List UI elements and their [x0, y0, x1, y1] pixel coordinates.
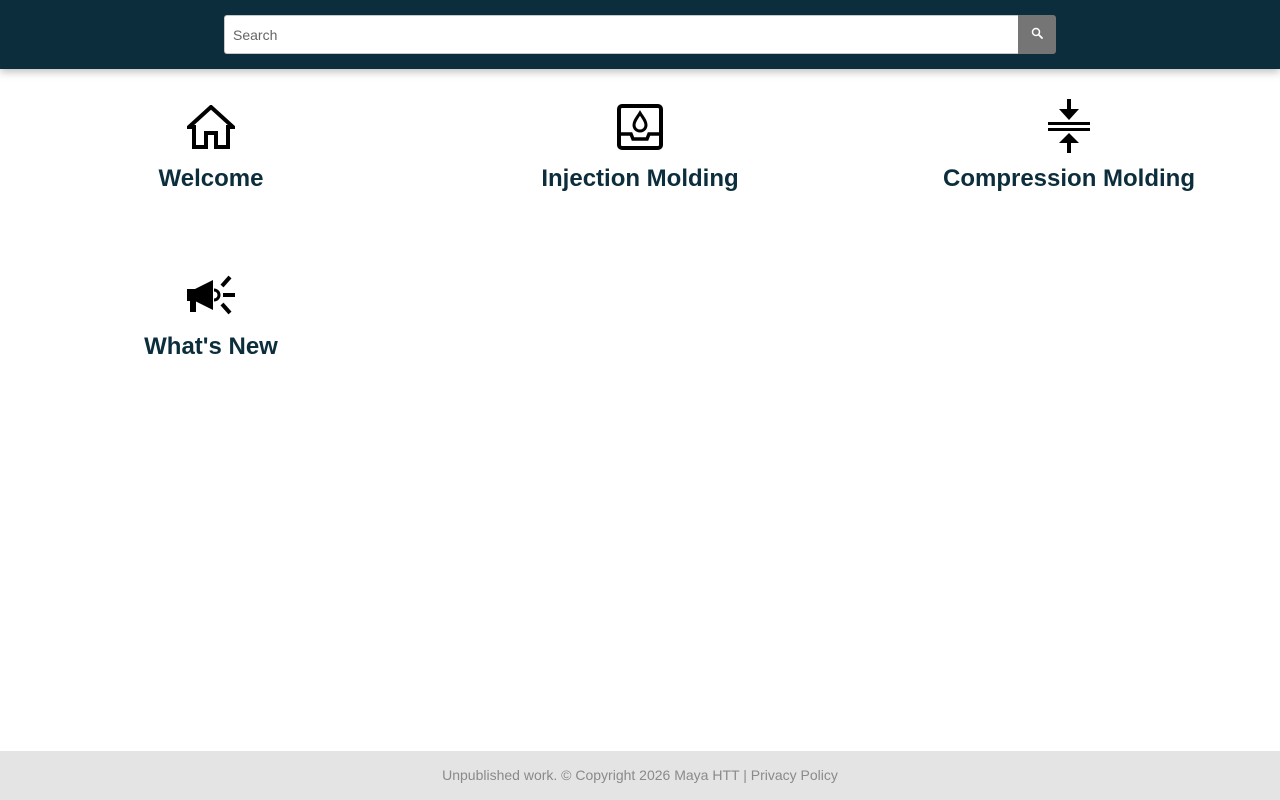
search-button[interactable] — [1018, 15, 1056, 54]
footer-separator: | — [739, 767, 751, 783]
tray-droplet-icon — [440, 104, 840, 150]
compress-arrows-icon — [869, 99, 1269, 153]
footer: Unpublished work. © Copyright 2026 Maya … — [0, 751, 1280, 800]
tile-label: Compression Molding — [943, 165, 1195, 192]
tile-label: Welcome — [158, 165, 264, 192]
tile-whats-new[interactable]: What's New — [11, 270, 411, 380]
home-icon — [11, 105, 411, 149]
copyright-notice: Unpublished work. © Copyright 2026 Maya … — [442, 767, 740, 783]
privacy-policy-link[interactable]: Privacy Policy — [751, 767, 838, 783]
tile-injection-molding[interactable]: Injection Molding — [440, 95, 840, 205]
search-icon — [1031, 26, 1043, 44]
megaphone-icon — [11, 275, 411, 317]
tile-compression-molding[interactable]: Compression Molding — [869, 95, 1269, 205]
search-input[interactable] — [224, 15, 1018, 54]
search-bar — [224, 15, 1056, 54]
tile-label: Injection Molding — [541, 165, 739, 192]
tile-welcome[interactable]: Welcome — [11, 95, 411, 205]
tile-label: What's New — [144, 333, 278, 360]
top-header — [0, 0, 1280, 69]
